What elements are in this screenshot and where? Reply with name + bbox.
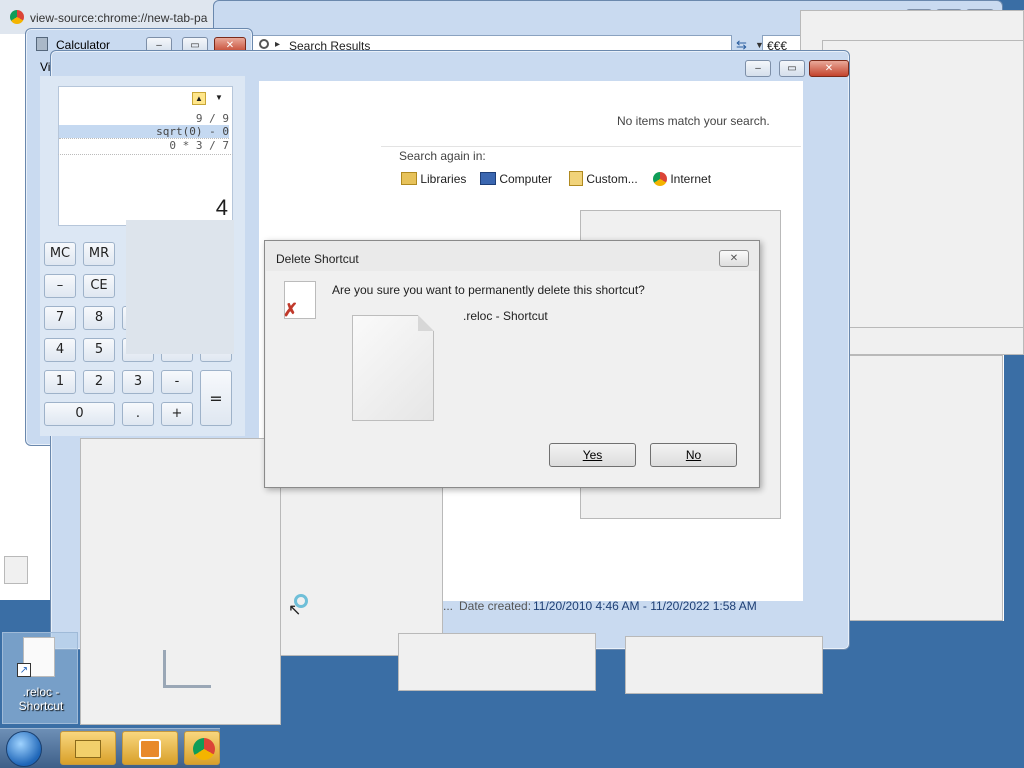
search-location-custom[interactable]: Custom... [569, 171, 638, 187]
dialog-body: ✗ Are you sure you want to permanently d… [266, 271, 758, 487]
libraries-icon [401, 172, 417, 186]
yes-button-label: Yes [582, 448, 603, 462]
dialog-message: Are you sure you want to permanently del… [332, 283, 645, 297]
delete-file-icon: ✗ [283, 281, 316, 320]
browser-tab-title[interactable]: view-source:chrome://new-tab-pa [30, 11, 207, 25]
file-name: .reloc - Shortcut [463, 309, 548, 323]
busy-ring-icon [294, 594, 308, 608]
mr-button[interactable]: MR [83, 242, 115, 266]
file-preview-icon [352, 315, 434, 421]
calc-view-menu[interactable]: Vi [40, 60, 50, 74]
taskbar-explorer-button[interactable] [60, 731, 116, 765]
search-location-libraries[interactable]: Libraries [401, 171, 466, 186]
shortcut-label-line2: Shortcut [18, 699, 64, 713]
chrome-icon [10, 10, 24, 24]
ghost-panel [126, 220, 234, 354]
digit-4-button[interactable]: 4 [44, 338, 76, 362]
date-created-label: Date created: [459, 599, 532, 613]
digit-7-button[interactable]: 7 [44, 306, 76, 330]
backspace-button[interactable]: – [44, 274, 76, 298]
explorer-minimize-button[interactable]: – [745, 60, 771, 77]
yes-button[interactable]: Yes [549, 443, 636, 467]
dialog-title: Delete Shortcut [276, 252, 359, 266]
digit-0-button[interactable]: 0 [44, 402, 115, 426]
dialog-close-button[interactable]: ✕ [719, 250, 749, 267]
no-button[interactable]: No [650, 443, 737, 467]
explorer-close-button[interactable]: ✕ [809, 60, 849, 77]
delete-shortcut-dialog: Delete Shortcut ✕ ✗ Are you sure you wan… [264, 240, 760, 488]
search-again-label: Search again in: [399, 149, 486, 163]
calc-display-value: 4 [215, 195, 228, 220]
digit-3-button[interactable]: 3 [122, 370, 154, 394]
ghost-window [625, 636, 823, 694]
digit-2-button[interactable]: 2 [83, 370, 115, 394]
chrome-taskbar-icon [193, 738, 215, 760]
date-created-value: 11/20/2010 4:46 AM - 11/20/2022 1:58 AM [533, 599, 757, 613]
explorer-maximize-button[interactable]: ▭ [779, 60, 805, 77]
equals-button[interactable]: = [200, 370, 232, 426]
media-player-icon [139, 739, 161, 759]
history-entry[interactable]: 9 / 9 [59, 112, 229, 125]
red-x-icon: ✗ [283, 300, 299, 320]
digit-8-button[interactable]: 8 [83, 306, 115, 330]
ghost-window [4, 556, 28, 584]
mc-button[interactable]: MC [44, 242, 76, 266]
computer-icon [480, 172, 496, 186]
ghost-window [398, 633, 596, 691]
taskbar-media-player-button[interactable] [122, 731, 178, 765]
internet-icon [653, 171, 667, 186]
shortcut-label: .reloc - [22, 685, 60, 699]
calc-history-panel: ▲ ▼ 9 / 9 sqrt(0) - 0 0 * 3 / 7 [58, 86, 233, 154]
history-down-button[interactable]: ▼ [215, 93, 223, 102]
history-entry-selected[interactable]: sqrt(0) - 0 [59, 125, 229, 138]
search-icon [259, 39, 269, 49]
shortcut-arrow-icon: ↗ [17, 663, 31, 677]
subtract-button[interactable]: - [161, 370, 193, 394]
custom-folder-icon [569, 171, 583, 187]
start-button[interactable] [6, 731, 42, 767]
details-ellipsis: ... [443, 599, 454, 613]
no-button-label: No [685, 448, 702, 462]
history-up-button[interactable]: ▲ [192, 92, 206, 105]
breadcrumb-arrow-icon: ▸ [275, 39, 281, 50]
digit-5-button[interactable]: 5 [83, 338, 115, 362]
page-fold-icon [418, 315, 434, 331]
search-location-computer[interactable]: Computer [480, 171, 552, 186]
ce-button[interactable]: CE [83, 274, 115, 298]
history-entry[interactable]: 0 * 3 / 7 [59, 138, 229, 152]
taskbar-chrome-button[interactable] [184, 731, 220, 765]
taskbar [0, 728, 220, 768]
taskbar-right [220, 728, 1024, 768]
search-location-internet[interactable]: Internet [653, 171, 711, 186]
add-button[interactable]: + [161, 402, 193, 426]
no-items-message: No items match your search. [617, 114, 770, 128]
folder-icon [75, 740, 101, 758]
ghost-window-right-2 [822, 40, 1024, 328]
desktop-shortcut[interactable]: ↗ .reloc - Shortcut [2, 632, 78, 724]
digit-1-button[interactable]: 1 [44, 370, 76, 394]
search-again-divider [381, 146, 801, 147]
calc-display: 4 [58, 154, 233, 226]
decimal-button[interactable]: . [122, 402, 154, 426]
calculator-app-icon [36, 37, 48, 51]
ghost-corner [163, 650, 211, 688]
